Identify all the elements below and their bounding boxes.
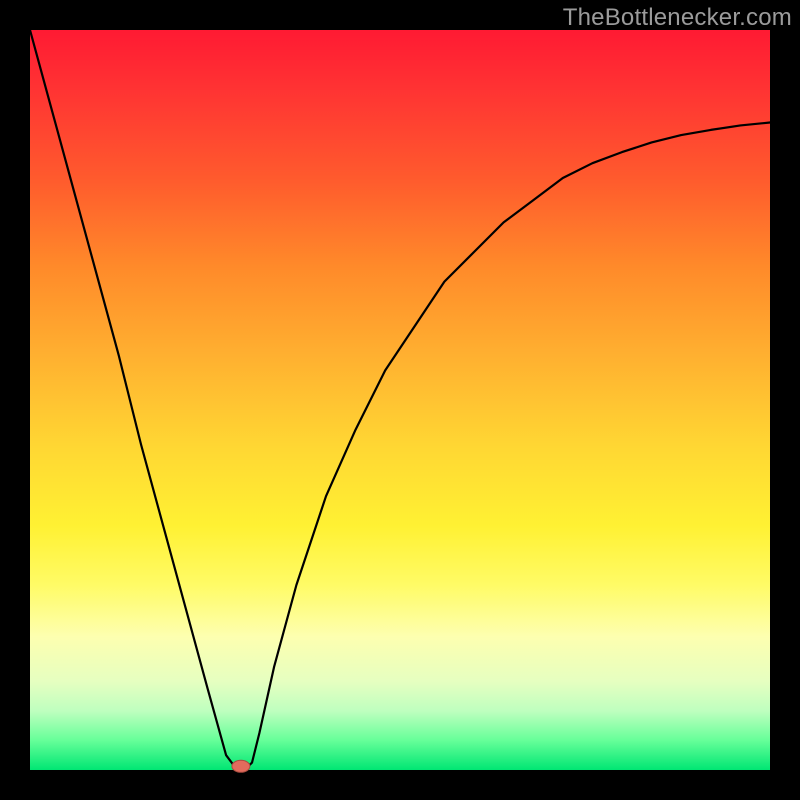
bottleneck-curve <box>30 30 770 770</box>
optimal-point-marker <box>232 760 250 772</box>
watermark-text: TheBottlenecker.com <box>563 4 792 32</box>
plot-area <box>30 30 770 770</box>
chart-stage: TheBottlenecker.com <box>0 0 800 800</box>
chart-svg <box>30 30 770 770</box>
